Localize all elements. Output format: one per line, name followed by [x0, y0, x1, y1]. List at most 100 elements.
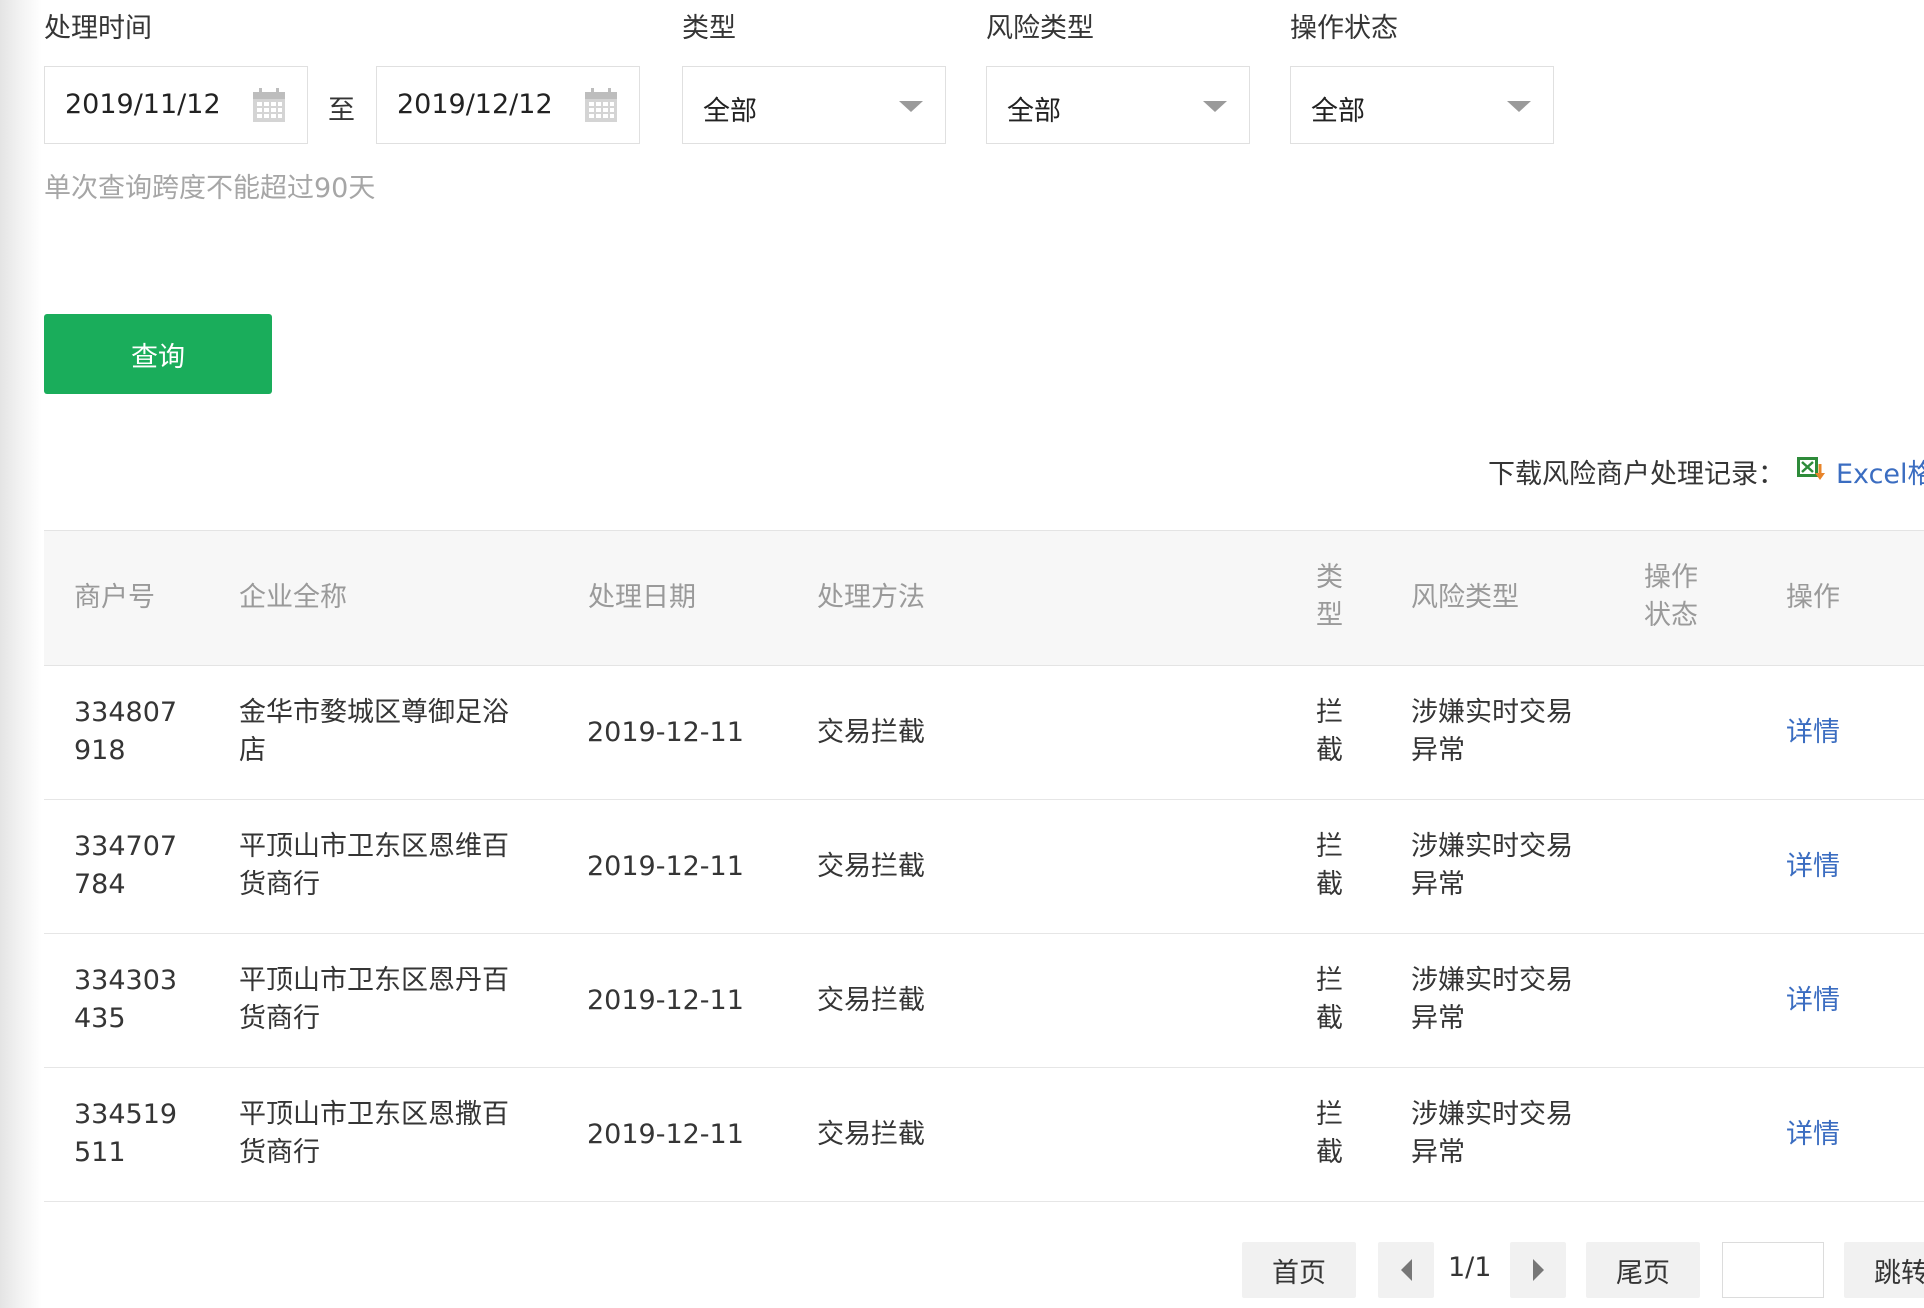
chevron-down-icon [1507, 101, 1531, 112]
type-line1: 拦 [1316, 831, 1343, 862]
jump-button[interactable]: 跳转 [1844, 1242, 1924, 1298]
caret-left-icon [1400, 1259, 1412, 1281]
status-select-value: 全部 [1311, 96, 1365, 127]
risk-line1: 涉嫌实时交易 [1411, 965, 1573, 996]
header-type-line1: 类 [1316, 562, 1343, 593]
type-cell: 拦 截 [1316, 1096, 1343, 1172]
status-filter-label: 操作状态 [1290, 13, 1398, 44]
merchant-id-cell: 334807 918 [74, 694, 177, 770]
merchant-id-cell: 334707 784 [74, 828, 177, 904]
merchant-id-line2: 784 [74, 869, 126, 900]
detail-link[interactable]: 详情 [1786, 982, 1840, 1020]
date-cell: 2019-12-11 [587, 851, 744, 882]
type-line1: 拦 [1316, 965, 1343, 996]
risk-line2: 异常 [1411, 735, 1465, 766]
risk-merchant-page: 处理时间 类型 风险类型 操作状态 2019/11/12 至 2019/12/1… [0, 0, 1924, 1308]
end-date-input[interactable]: 2019/12/12 [376, 66, 640, 144]
company-line2: 货商行 [239, 1003, 320, 1034]
type-line2: 截 [1316, 1003, 1343, 1034]
company-line1: 平顶山市卫东区恩维百 [239, 831, 509, 862]
merchant-id-cell: 334519 511 [74, 1096, 177, 1172]
detail-link[interactable]: 详情 [1786, 848, 1840, 886]
header-merchant-id: 商户号 [74, 582, 155, 613]
type-select[interactable]: 全部 [682, 66, 946, 144]
end-date-value: 2019/12/12 [397, 89, 553, 120]
header-method: 处理方法 [817, 582, 925, 613]
start-date-input[interactable]: 2019/11/12 [44, 66, 308, 144]
first-page-button[interactable]: 首页 [1242, 1242, 1356, 1298]
company-line1: 平顶山市卫东区恩丹百 [239, 965, 509, 996]
type-line2: 截 [1316, 735, 1343, 766]
header-date: 处理日期 [588, 582, 696, 613]
company-cell: 金华市婺城区尊御足浴 店 [239, 694, 509, 770]
jump-page-input[interactable] [1722, 1242, 1824, 1298]
header-type-line2: 型 [1316, 600, 1343, 631]
risk-type-cell: 涉嫌实时交易 异常 [1411, 962, 1573, 1038]
type-line1: 拦 [1316, 1099, 1343, 1130]
excel-download-link[interactable]: Excel格 [1836, 452, 1924, 491]
caret-right-icon [1532, 1259, 1544, 1281]
risk-line1: 涉嫌实时交易 [1411, 1099, 1573, 1130]
risk-line2: 异常 [1411, 869, 1465, 900]
merchant-id-line1: 334519 [74, 1099, 178, 1130]
header-action: 操作 [1786, 582, 1840, 613]
table-row: 334519 511 平顶山市卫东区恩撒百 货商行 2019-12-11 交易拦… [44, 1068, 1924, 1202]
header-status-line1: 操作 [1644, 562, 1698, 593]
company-line2: 货商行 [239, 1137, 320, 1168]
risk-type-cell: 涉嫌实时交易 异常 [1411, 694, 1573, 770]
status-select[interactable]: 全部 [1290, 66, 1554, 144]
detail-link[interactable]: 详情 [1786, 1116, 1840, 1154]
risk-line1: 涉嫌实时交易 [1411, 831, 1573, 862]
company-cell: 平顶山市卫东区恩丹百 货商行 [239, 962, 509, 1038]
next-page-button[interactable] [1510, 1242, 1566, 1298]
merchant-id-line2: 511 [74, 1137, 126, 1168]
company-line2: 店 [239, 735, 266, 766]
header-status: 操作 状态 [1644, 559, 1698, 635]
calendar-icon[interactable] [251, 88, 287, 124]
risk-type-select-value: 全部 [1007, 96, 1061, 127]
type-select-value: 全部 [703, 96, 757, 127]
risk-line2: 异常 [1411, 1003, 1465, 1034]
type-line2: 截 [1316, 869, 1343, 900]
table-row: 334807 918 金华市婺城区尊御足浴 店 2019-12-11 交易拦截 … [44, 666, 1924, 800]
chevron-down-icon [899, 101, 923, 112]
header-status-line2: 状态 [1644, 600, 1698, 631]
merchant-id-line2: 435 [74, 1003, 126, 1034]
merchant-id-line2: 918 [74, 735, 126, 766]
type-line1: 拦 [1316, 697, 1343, 728]
date-cell: 2019-12-11 [587, 717, 744, 748]
risk-line2: 异常 [1411, 1137, 1465, 1168]
detail-link[interactable]: 详情 [1786, 714, 1840, 752]
company-cell: 平顶山市卫东区恩撒百 货商行 [239, 1096, 509, 1172]
company-cell: 平顶山市卫东区恩维百 货商行 [239, 828, 509, 904]
table-header: 商户号 企业全称 处理日期 处理方法 类 型 风险类型 操作 状态 操作 [44, 530, 1924, 666]
prev-page-button[interactable] [1378, 1242, 1434, 1298]
query-button[interactable]: 查询 [44, 314, 272, 394]
last-page-button[interactable]: 尾页 [1586, 1242, 1700, 1298]
start-date-value: 2019/11/12 [65, 89, 221, 120]
header-company: 企业全称 [239, 582, 347, 613]
company-line2: 货商行 [239, 869, 320, 900]
type-filter-label: 类型 [682, 13, 736, 44]
date-cell: 2019-12-11 [587, 985, 744, 1016]
type-cell: 拦 截 [1316, 694, 1343, 770]
merchant-id-line1: 334707 [74, 831, 178, 862]
method-cell: 交易拦截 [817, 717, 925, 748]
query-range-hint: 单次查询跨度不能超过90天 [44, 173, 376, 204]
time-filter-label: 处理时间 [44, 13, 152, 44]
merchant-id-cell: 334303 435 [74, 962, 177, 1038]
risk-line1: 涉嫌实时交易 [1411, 697, 1573, 728]
risk-type-cell: 涉嫌实时交易 异常 [1411, 828, 1573, 904]
calendar-icon[interactable] [583, 88, 619, 124]
risk-type-select[interactable]: 全部 [986, 66, 1250, 144]
date-range-separator: 至 [328, 95, 355, 126]
table-row: 334303 435 平顶山市卫东区恩丹百 货商行 2019-12-11 交易拦… [44, 934, 1924, 1068]
chevron-down-icon [1203, 101, 1227, 112]
company-line1: 金华市婺城区尊御足浴 [239, 697, 509, 728]
risk-type-cell: 涉嫌实时交易 异常 [1411, 1096, 1573, 1172]
date-cell: 2019-12-11 [587, 1119, 744, 1150]
download-label: 下载风险商户处理记录： [1488, 459, 1785, 490]
method-cell: 交易拦截 [817, 1119, 925, 1150]
excel-icon[interactable] [1796, 454, 1826, 482]
company-line1: 平顶山市卫东区恩撒百 [239, 1099, 509, 1130]
